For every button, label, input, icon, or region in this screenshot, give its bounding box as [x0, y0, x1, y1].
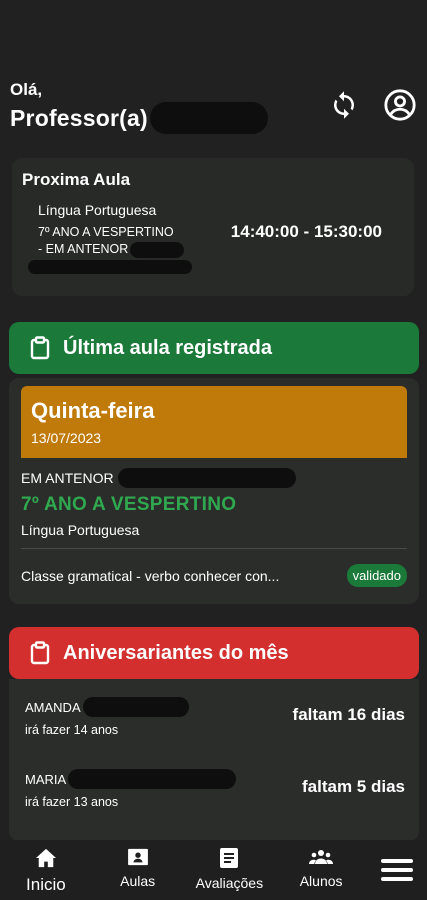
next-lesson-card[interactable]: Proxima Aula Língua Portuguesa 7º ANO A …: [12, 158, 414, 296]
divider: [21, 548, 407, 549]
lesson-class: 7º ANO A VESPERTINO: [21, 494, 237, 515]
days-remaining: faltam 16 dias: [292, 705, 405, 724]
next-lesson-time: 14:40:00 - 15:30:00: [230, 222, 382, 241]
birthdays-card: AMANDA irá fazer 14 anos faltam 16 dias …: [9, 679, 419, 841]
lesson-date: 13/07/2023: [31, 430, 102, 446]
school-row: EM ANTENOR: [21, 468, 407, 488]
clipboard-icon: [29, 641, 51, 665]
next-lesson-title: Proxima Aula: [22, 170, 131, 189]
lesson-topic: Classe gramatical - verbo conhecer con..…: [21, 567, 280, 584]
teacher-title: Professor(a): [10, 104, 148, 131]
sync-icon[interactable]: [327, 88, 361, 122]
redacted-name: [149, 102, 268, 134]
class-icon: [127, 848, 149, 871]
student-name: MARIA: [25, 771, 67, 787]
nav-label: Inicio: [26, 875, 66, 894]
assessment-icon: [220, 848, 239, 873]
lesson-weekday: Quinta-feira: [31, 398, 155, 423]
redacted-school: [130, 241, 185, 258]
header: Olá, Professor(a): [10, 80, 417, 140]
nav-item-aulas[interactable]: Aulas: [92, 840, 184, 889]
days-remaining: faltam 5 dias: [302, 777, 405, 796]
student-age: irá fazer 13 anos: [25, 795, 119, 809]
topic-row: Classe gramatical - verbo conhecer con..…: [21, 564, 407, 587]
last-lesson-title: Última aula registrada: [63, 336, 272, 359]
status-badge: validado: [346, 564, 407, 587]
home-icon: [35, 848, 57, 873]
header-actions: [327, 88, 417, 122]
school-name: EM ANTENOR: [21, 470, 114, 486]
menu-icon[interactable]: [367, 840, 427, 882]
next-lesson-subject: Língua Portuguesa: [38, 202, 157, 218]
lesson-day-box: Quinta-feira 13/07/2023: [21, 386, 407, 458]
nav-label: Alunos: [299, 873, 343, 889]
next-lesson-class-line2: - EM ANTENOR: [38, 242, 129, 256]
last-lesson-header: Última aula registrada: [9, 322, 419, 374]
last-lesson-info: EM ANTENOR 7º ANO A VESPERTINO Língua Po…: [21, 468, 407, 538]
nav-item-inicio[interactable]: Inicio: [0, 840, 92, 895]
next-lesson-body: Língua Portuguesa 7º ANO A VESPERTINO - …: [22, 202, 404, 275]
birthdays-header: Aniversariantes do mês: [9, 627, 419, 679]
list-item[interactable]: MARIA irá fazer 13 anos faltam 5 dias: [25, 769, 405, 809]
redacted-school-name: [117, 468, 296, 488]
redacted-school-cont: [28, 259, 192, 274]
nav-label: Avaliações: [195, 875, 264, 891]
last-lesson-card[interactable]: Quinta-feira 13/07/2023 EM ANTENOR 7º AN…: [9, 378, 419, 604]
bottom-nav: Inicio Aulas Avaliações Alunos: [0, 840, 427, 900]
students-icon: [309, 848, 334, 871]
redacted-surname: [68, 769, 237, 789]
clipboard-icon: [29, 336, 51, 360]
student-name: AMANDA: [25, 699, 81, 715]
list-item[interactable]: AMANDA irá fazer 14 anos faltam 16 dias: [25, 697, 405, 737]
nav-item-alunos[interactable]: Alunos: [275, 840, 367, 889]
birthdays-title: Aniversariantes do mês: [63, 641, 289, 664]
student-age: irá fazer 14 anos: [25, 723, 119, 737]
nav-label: Aulas: [120, 873, 156, 889]
lesson-subject: Língua Portuguesa: [21, 522, 140, 538]
redacted-surname: [82, 697, 189, 717]
account-circle-icon[interactable]: [383, 88, 417, 122]
nav-item-avaliacoes[interactable]: Avaliações: [184, 840, 276, 891]
